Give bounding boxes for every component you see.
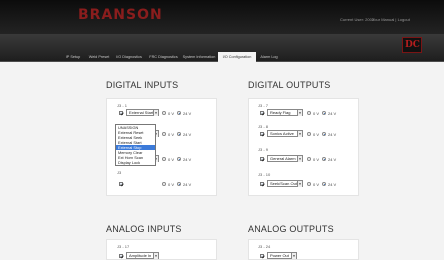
radio-0v-label: 0 V [313,157,320,162]
radio-0v[interactable] [162,132,166,136]
radio-0v-label: 0 V [168,132,175,137]
radio-24v-label: 24 V [183,182,192,187]
output-enable-checkbox[interactable] [260,111,264,115]
output-enable-checkbox[interactable] [260,182,264,186]
radio-24v[interactable] [322,132,326,136]
output-row-label: J3 - 7 [258,103,269,108]
radio-0v-label: 0 V [313,132,320,137]
radio-24v[interactable] [177,157,181,161]
analog-output-label: J3 - 24 [258,244,271,249]
input-enable-checkbox[interactable] [119,111,123,115]
output-enable-checkbox[interactable] [260,157,264,161]
chevron-down-icon: ▾ [153,110,158,116]
input-row-label: J3 - 1 [117,103,128,108]
radio-24v-label: 24 V [183,132,192,137]
tab-alarm-log[interactable]: Alarm Log [258,52,280,62]
chevron-down-icon: ▾ [297,181,302,187]
chevron-down-icon: ▾ [291,253,296,259]
digital-inputs-title: DIGITAL INPUTS [106,80,179,90]
output-function-select[interactable]: Sonics Active ▾ [267,130,303,137]
radio-24v-label: 24 V [328,157,337,162]
radio-0v[interactable] [307,182,311,186]
radio-24v[interactable] [177,182,181,186]
tab-io-configuration[interactable]: I/O Configuration [218,52,256,62]
radio-0v-label: 0 V [168,111,175,116]
analog-inputs-title: ANALOG INPUTS [106,224,182,234]
output-row-label: J3 - 10 [258,172,271,177]
radio-24v-label: 24 V [328,132,337,137]
radio-0v-label: 0 V [313,111,320,116]
dc-badge-logo: DC [402,37,422,53]
output-function-select[interactable]: Seek/Scan Out ▾ [267,180,303,187]
output-function-select[interactable]: Ready Flag ▾ [267,109,303,116]
radio-0v[interactable] [307,111,311,115]
radio-0v[interactable] [162,182,166,186]
radio-0v[interactable] [307,132,311,136]
nav-bar: IP Setup Weld Preset I/O Diagnostics FRC… [0,34,444,62]
radio-0v-label: 0 V [168,157,175,162]
chevron-down-icon: ▾ [153,253,158,259]
radio-24v-label: 24 V [183,157,192,162]
tab-io-diagnostics[interactable]: I/O Diagnostics [113,52,145,62]
output-function-select[interactable]: General Alarm ▾ [267,155,303,162]
analog-outputs-panel [248,239,359,260]
analog-output-select[interactable]: Power Out ▾ [267,252,297,259]
radio-0v-label: 0 V [313,182,320,187]
radio-0v[interactable] [307,157,311,161]
radio-24v-label: 24 V [328,182,337,187]
chevron-down-icon: ▾ [297,110,302,116]
radio-0v-label: 0 V [168,182,175,187]
top-header: BRANSON Current User: 2002 Your Manual |… [0,0,444,34]
radio-24v[interactable] [177,111,181,115]
tab-frc-diagnostics[interactable]: FRC Diagnostics [147,52,180,62]
output-row-label: J3 - 8 [258,124,269,129]
input-row-label: J3 [117,170,122,175]
analog-input-select[interactable]: Amplitude In ▾ [126,252,159,259]
tab-system-information[interactable]: System Information [181,52,217,62]
chevron-down-icon: ▾ [297,156,302,162]
input-enable-checkbox[interactable] [119,182,123,186]
output-row-label: J3 - 9 [258,147,269,152]
tab-weld-preset[interactable]: Weld Preset [86,52,112,62]
dropdown-option[interactable]: Display Lock [116,160,155,165]
tab-ip-setup[interactable]: IP Setup [62,52,84,62]
analog-output-checkbox[interactable] [260,254,264,258]
radio-0v[interactable] [162,111,166,115]
logout-link[interactable]: Your Manual | Logout [372,17,410,22]
chevron-down-icon: ▾ [297,131,302,137]
input-function-select[interactable]: External Start ▾ [126,109,159,116]
radio-24v[interactable] [322,157,326,161]
radio-0v[interactable] [162,157,166,161]
radio-24v-label: 24 V [183,111,192,116]
radio-24v[interactable] [322,111,326,115]
analog-input-label: J3 - 17 [117,244,130,249]
output-enable-checkbox[interactable] [260,132,264,136]
radio-24v[interactable] [322,182,326,186]
current-user-label: Current User: 2002 [340,17,375,22]
analog-input-checkbox[interactable] [119,254,123,258]
brand-logo: BRANSON [78,7,163,23]
digital-outputs-title: DIGITAL OUTPUTS [248,80,331,90]
analog-outputs-title: ANALOG OUTPUTS [248,224,334,234]
radio-24v[interactable] [177,132,181,136]
input-function-dropdown-list[interactable]: UNASSIGN External Reset External Seek Ex… [115,124,156,166]
radio-24v-label: 24 V [328,111,337,116]
